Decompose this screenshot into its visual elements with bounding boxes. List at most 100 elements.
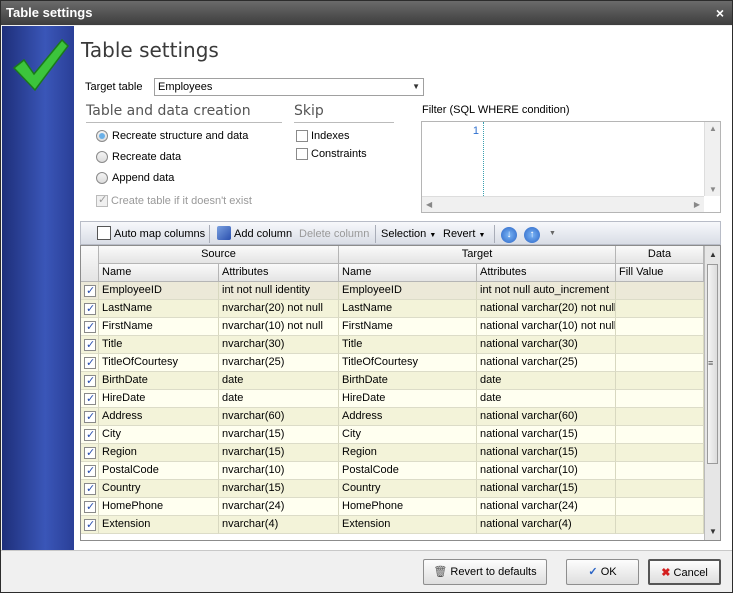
cell-fill[interactable]: [616, 408, 704, 426]
table-row[interactable]: Countrynvarchar(15)Countrynational varch…: [81, 480, 704, 498]
row-include-checkbox-cell[interactable]: [81, 426, 99, 444]
cell-tgt-name[interactable]: TitleOfCourtesy: [339, 354, 477, 372]
scroll-up-icon[interactable]: ▲: [709, 250, 717, 259]
row-include-checkbox-cell[interactable]: [81, 462, 99, 480]
cell-src-attr[interactable]: nvarchar(24): [219, 498, 339, 516]
skip-constraints-checkbox[interactable]: [296, 148, 308, 160]
row-include-checkbox[interactable]: [84, 355, 96, 371]
table-row[interactable]: HomePhonenvarchar(24)HomePhonenational v…: [81, 498, 704, 516]
row-include-checkbox-cell[interactable]: [81, 444, 99, 462]
close-icon[interactable]: ×: [716, 1, 724, 25]
table-row[interactable]: Titlenvarchar(30)Titlenational varchar(3…: [81, 336, 704, 354]
cell-src-name[interactable]: PostalCode: [99, 462, 219, 480]
cell-src-name[interactable]: FirstName: [99, 318, 219, 336]
table-row[interactable]: TitleOfCourtesynvarchar(25)TitleOfCourte…: [81, 354, 704, 372]
cell-fill[interactable]: [616, 336, 704, 354]
row-include-checkbox-cell[interactable]: [81, 498, 99, 516]
grid-vertical-scrollbar[interactable]: ▲ ≡ ▼: [704, 246, 720, 540]
table-row[interactable]: EmployeeIDint not null identityEmployeeI…: [81, 282, 704, 300]
scroll-up-icon[interactable]: ▲: [709, 124, 717, 133]
cell-src-name[interactable]: TitleOfCourtesy: [99, 354, 219, 372]
row-include-checkbox-cell[interactable]: [81, 282, 99, 300]
cell-src-name[interactable]: Region: [99, 444, 219, 462]
target-table-select[interactable]: Employees ▼: [154, 78, 424, 96]
table-row[interactable]: Addressnvarchar(60)Addressnational varch…: [81, 408, 704, 426]
cell-src-attr[interactable]: nvarchar(60): [219, 408, 339, 426]
cell-tgt-attr[interactable]: national varchar(60): [477, 408, 616, 426]
row-include-checkbox-cell[interactable]: [81, 318, 99, 336]
row-include-checkbox-cell[interactable]: [81, 480, 99, 498]
ok-button[interactable]: ✓ OK: [566, 559, 639, 585]
row-include-checkbox-cell[interactable]: [81, 336, 99, 354]
row-include-checkbox[interactable]: [84, 319, 96, 335]
cell-src-attr[interactable]: nvarchar(20) not null: [219, 300, 339, 318]
revert-to-defaults-button[interactable]: 🗑 Revert to defaults: [423, 559, 547, 585]
row-include-checkbox[interactable]: [84, 445, 96, 461]
cell-fill[interactable]: [616, 516, 704, 534]
table-row[interactable]: LastNamenvarchar(20) not nullLastNamenat…: [81, 300, 704, 318]
cell-fill[interactable]: [616, 390, 704, 408]
cell-tgt-name[interactable]: LastName: [339, 300, 477, 318]
cell-fill[interactable]: [616, 498, 704, 516]
cell-src-attr[interactable]: nvarchar(30): [219, 336, 339, 354]
table-row[interactable]: Extensionnvarchar(4)Extensionnational va…: [81, 516, 704, 534]
cell-fill[interactable]: [616, 300, 704, 318]
cell-src-name[interactable]: HomePhone: [99, 498, 219, 516]
row-include-checkbox-cell[interactable]: [81, 354, 99, 372]
scroll-left-icon[interactable]: ◀: [426, 200, 432, 209]
table-row[interactable]: Regionnvarchar(15)Regionnational varchar…: [81, 444, 704, 462]
row-include-checkbox[interactable]: [84, 499, 96, 515]
auto-map-button[interactable]: Auto map columns: [97, 225, 205, 243]
cell-fill[interactable]: [616, 444, 704, 462]
cell-tgt-name[interactable]: Address: [339, 408, 477, 426]
row-include-checkbox[interactable]: [84, 481, 96, 497]
radio-append-data[interactable]: [96, 172, 108, 184]
cell-src-name[interactable]: Title: [99, 336, 219, 354]
cell-tgt-name[interactable]: Extension: [339, 516, 477, 534]
row-include-checkbox-cell[interactable]: [81, 408, 99, 426]
cell-src-attr[interactable]: nvarchar(10) not null: [219, 318, 339, 336]
filter-horizontal-scrollbar[interactable]: ◀ ▶: [422, 196, 704, 212]
selection-menu-button[interactable]: Selection ▼: [381, 225, 436, 243]
cell-src-name[interactable]: BirthDate: [99, 372, 219, 390]
cell-src-name[interactable]: HireDate: [99, 390, 219, 408]
cell-tgt-name[interactable]: HomePhone: [339, 498, 477, 516]
table-row[interactable]: HireDatedateHireDatedate: [81, 390, 704, 408]
cell-src-name[interactable]: City: [99, 426, 219, 444]
cell-fill[interactable]: [616, 354, 704, 372]
radio-recreate-data[interactable]: [96, 151, 108, 163]
row-include-checkbox[interactable]: [84, 337, 96, 353]
cell-src-attr[interactable]: nvarchar(25): [219, 354, 339, 372]
column-header-fill-value[interactable]: Fill Value: [616, 264, 704, 282]
radio-recreate-structure[interactable]: [96, 130, 108, 142]
cell-src-attr[interactable]: date: [219, 390, 339, 408]
cell-src-attr[interactable]: date: [219, 372, 339, 390]
filter-vertical-scrollbar[interactable]: ▲ ▼: [704, 122, 720, 196]
row-include-checkbox[interactable]: [84, 283, 96, 299]
cell-fill[interactable]: [616, 318, 704, 336]
revert-menu-button[interactable]: Revert ▼: [443, 225, 485, 243]
cell-src-attr[interactable]: nvarchar(15): [219, 444, 339, 462]
add-column-button[interactable]: Add column: [217, 225, 292, 243]
row-include-checkbox-cell[interactable]: [81, 372, 99, 390]
row-include-checkbox[interactable]: [84, 517, 96, 533]
cell-src-attr[interactable]: int not null identity: [219, 282, 339, 300]
row-include-checkbox[interactable]: [84, 463, 96, 479]
cell-tgt-attr[interactable]: int not null auto_increment: [477, 282, 616, 300]
cell-fill[interactable]: [616, 480, 704, 498]
column-header-target-name[interactable]: Name: [339, 264, 477, 282]
row-include-checkbox[interactable]: [84, 301, 96, 317]
cell-tgt-attr[interactable]: national varchar(10) not null: [477, 318, 616, 336]
cell-src-attr[interactable]: nvarchar(15): [219, 426, 339, 444]
delete-column-button[interactable]: Delete column: [299, 225, 369, 243]
table-row[interactable]: FirstNamenvarchar(10) not nullFirstNamen…: [81, 318, 704, 336]
table-row[interactable]: Citynvarchar(15)Citynational varchar(15): [81, 426, 704, 444]
row-include-checkbox-cell[interactable]: [81, 516, 99, 534]
cell-tgt-name[interactable]: Title: [339, 336, 477, 354]
cell-tgt-name[interactable]: PostalCode: [339, 462, 477, 480]
skip-indexes-checkbox[interactable]: [296, 130, 308, 142]
column-header-source-attributes[interactable]: Attributes: [219, 264, 339, 282]
table-row[interactable]: BirthDatedateBirthDatedate: [81, 372, 704, 390]
row-include-checkbox[interactable]: [84, 391, 96, 407]
row-include-checkbox-cell[interactable]: [81, 390, 99, 408]
